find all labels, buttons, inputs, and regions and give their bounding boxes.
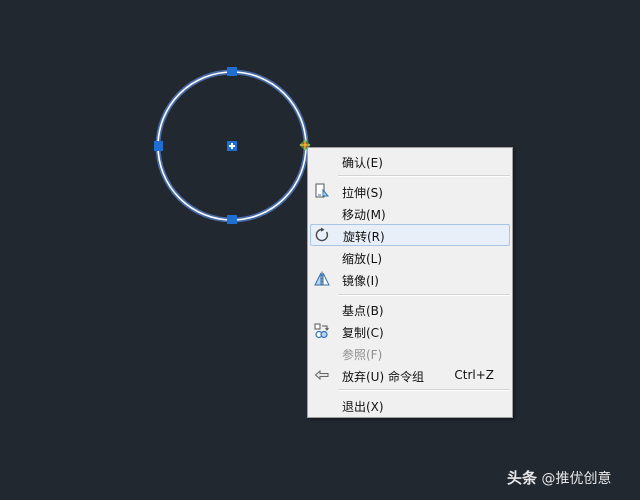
menu-item-stretch[interactable]: 拉伸(S)	[310, 180, 510, 202]
grip-top[interactable]	[227, 67, 237, 76]
menu-item-label: 确认(E)	[342, 156, 383, 170]
menu-item-label: 缩放(L)	[342, 252, 383, 266]
menu-item-label: 拉伸(S)	[342, 186, 383, 200]
stretch-icon	[315, 183, 330, 198]
mirror-icon	[314, 271, 330, 287]
menu-item-label: 参照(F)	[342, 348, 383, 362]
menu-separator	[338, 294, 510, 296]
menu-item-rotate[interactable]: 旋转(R)	[310, 224, 510, 246]
menu-item-confirm[interactable]: 确认(E)	[310, 150, 510, 172]
menu-item-undo[interactable]: 放弃(U) 命令组 Ctrl+Z	[310, 364, 510, 386]
menu-item-label: 镜像(I)	[342, 274, 379, 288]
menu-item-shortcut: Ctrl+Z	[454, 368, 494, 382]
menu-item-label: 复制(C)	[342, 326, 384, 340]
menu-item-scale[interactable]: 缩放(L)	[310, 246, 510, 268]
watermark: 头条 @推优创意	[507, 467, 611, 488]
menu-item-copy[interactable]: 复制(C)	[310, 320, 510, 342]
menu-item-exit[interactable]: 退出(X)	[310, 394, 510, 416]
menu-item-mirror[interactable]: 镜像(I)	[310, 268, 510, 290]
menu-separator	[338, 175, 510, 177]
menu-item-label: 退出(X)	[342, 400, 384, 414]
menu-item-move[interactable]: 移动(M)	[310, 202, 510, 224]
menu-item-label: 放弃(U) 命令组	[342, 370, 424, 384]
menu-item-basepoint[interactable]: 基点(B)	[310, 298, 510, 320]
grip-context-menu: 确认(E) 拉伸(S) 移动(M) 旋转(R) 缩放(L) 镜像(I) 基点(B…	[307, 147, 513, 418]
watermark-brand: 头条	[507, 469, 538, 487]
grip-bottom[interactable]	[227, 215, 237, 224]
menu-item-reference: 参照(F)	[310, 342, 510, 364]
grip-left[interactable]	[154, 141, 163, 151]
grip-center[interactable]	[227, 141, 237, 151]
menu-item-label: 基点(B)	[342, 304, 384, 318]
watermark-text: @推优创意	[541, 471, 612, 487]
menu-separator	[338, 389, 510, 391]
rotate-icon	[315, 227, 329, 242]
undo-icon	[314, 369, 329, 381]
menu-item-label: 移动(M)	[342, 208, 386, 222]
menu-item-label: 旋转(R)	[343, 230, 385, 244]
copy-icon	[314, 323, 329, 339]
